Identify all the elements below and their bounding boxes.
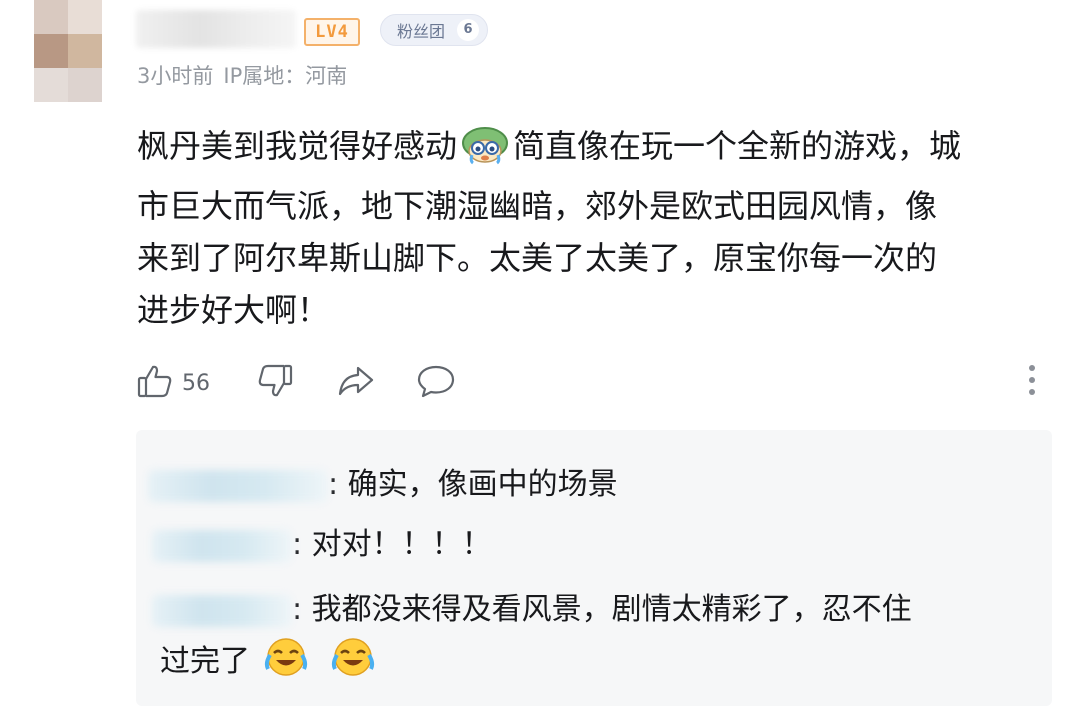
comment-icon [416,362,456,404]
reply-item[interactable]: : 对对！！！！ [136,523,1036,567]
reply-text: : 确实，像画中的场景 [328,467,618,502]
reply-text-line2: 过完了 [160,644,250,679]
crying-laughing-emoji-icon [264,637,308,690]
ip-location: IP属地：河南 [223,64,348,88]
reply-button[interactable] [416,358,456,408]
username-blurred[interactable] [136,10,296,48]
thumbs-down-icon [256,362,294,404]
comment-line-4: 来到了阿尔卑斯山脚下。太美了太美了，原宝你每一次的 [137,239,938,277]
like-count: 56 [182,370,210,396]
avatar[interactable] [34,0,102,102]
fan-badge-count: 6 [457,19,480,41]
crying-doll-emoji-icon [461,125,509,180]
reply-text: : 我都没来得及看风景，剧情太精彩了，忍不住 [292,592,912,627]
crying-laughing-emoji-icon [331,637,375,690]
share-button[interactable] [336,358,376,408]
dislike-button[interactable] [256,358,294,408]
reply-username-blurred[interactable] [152,594,292,627]
comment-meta: 3小时前 IP属地：河南 [137,60,347,90]
reply-item[interactable]: : 我都没来得及看风景，剧情太精彩了，忍不住 [136,588,1036,632]
comment-line-3: 市巨大而气派，地下潮湿幽暗，郊外是欧式田园风情，像 [137,187,938,225]
reply-username-blurred[interactable] [148,469,328,502]
share-icon [336,362,376,404]
comment-actions: 56 [136,358,1046,408]
reply-text: : 对对！！！！ [292,527,492,562]
comment-line-1: 枫丹美到我觉得好感动 [137,127,458,165]
reply-list: : 确实，像画中的场景 : 对对！！！！ : 我都没来得及看风景，剧情太精彩了，… [136,430,1052,706]
fan-club-badge[interactable]: 粉丝团 6 [380,14,488,46]
comment-text: 枫丹美到我觉得好感动 简直像在玩一个全新的游戏，城 市巨大而气派，地下潮湿幽暗，… [137,120,1047,336]
more-icon[interactable] [1020,360,1044,400]
reply-item[interactable]: : 确实，像画中的场景 [136,463,1036,507]
comment-line-5: 进步好大啊！ [137,291,330,329]
reply-continuation: 过完了 [160,637,1060,690]
like-button[interactable]: 56 [136,358,210,408]
thumbs-up-icon [136,362,174,404]
level-badge: LV4 [304,18,360,46]
comment-time: 3小时前 [137,64,214,88]
reply-username-blurred[interactable] [152,529,292,562]
fan-badge-label: 粉丝团 [397,22,446,41]
comment-line-2: 简直像在玩一个全新的游戏，城 [513,127,962,165]
